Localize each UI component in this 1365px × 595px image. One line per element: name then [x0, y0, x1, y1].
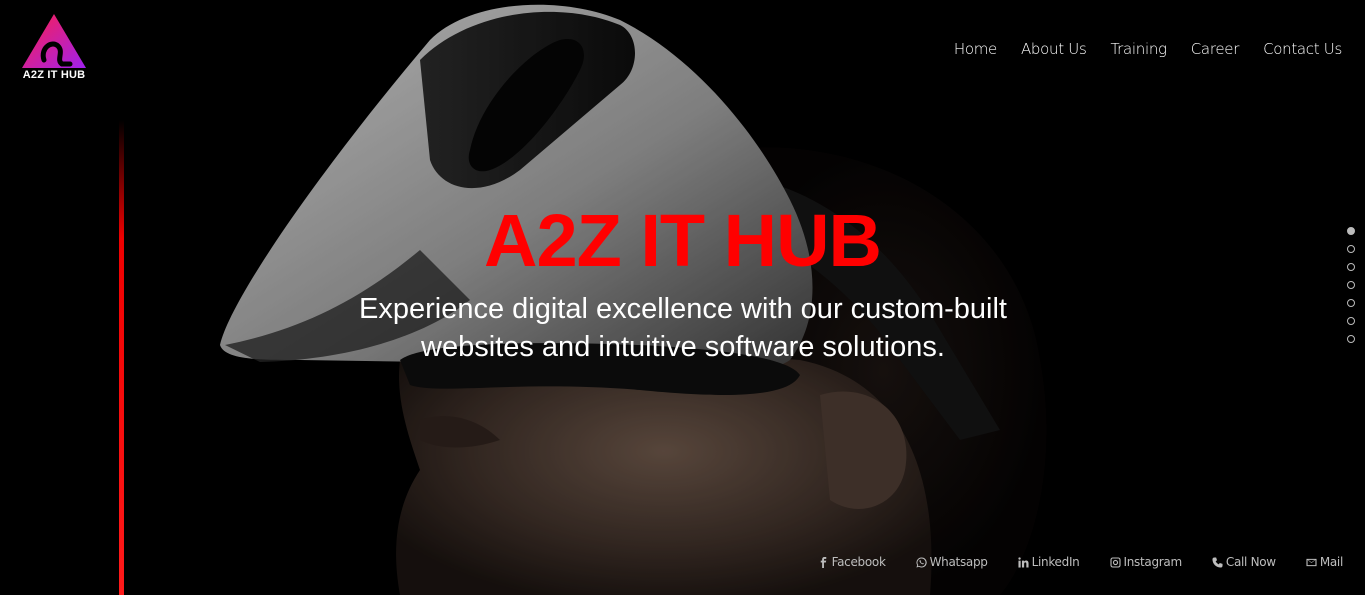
social-instagram-link[interactable]: Instagram [1109, 555, 1183, 569]
nav-training[interactable]: Training [1110, 40, 1167, 58]
mail-icon [1306, 558, 1317, 566]
hero-title: A2Z IT HUB [484, 199, 882, 282]
slider-dot-4[interactable] [1347, 281, 1355, 289]
linkedin-icon [1017, 556, 1029, 568]
instagram-icon [1109, 556, 1121, 568]
social-linkedin-link[interactable]: LinkedIn [1017, 555, 1080, 569]
social-call-now-label: Call Now [1225, 555, 1276, 569]
social-mail-link[interactable]: Mail [1306, 555, 1343, 569]
nav-home[interactable]: Home [954, 40, 997, 58]
social-facebook-label: Facebook [831, 555, 886, 569]
nav-career[interactable]: Career [1191, 40, 1240, 58]
slider-dot-5[interactable] [1347, 299, 1355, 307]
social-linkedin-label: LinkedIn [1031, 555, 1080, 569]
social-instagram-label: Instagram [1123, 555, 1183, 569]
brand-name: A2Z IT HUB [22, 69, 86, 81]
social-mail-label: Mail [1319, 555, 1343, 569]
hero-tagline: Experience digital excellence with our c… [359, 293, 1007, 363]
brand-logo[interactable]: A2Z IT HUB [18, 12, 90, 84]
social-facebook-link[interactable]: Facebook [818, 555, 886, 569]
red-accent-line [119, 120, 124, 595]
social-call-now-link[interactable]: Call Now [1212, 555, 1276, 569]
social-whatsapp-label: Whatsapp [929, 555, 988, 569]
main-nav: Home About Us Training Career Contact Us [954, 40, 1342, 58]
nav-contact-us[interactable]: Contact Us [1263, 40, 1342, 58]
slider-dot-2[interactable] [1347, 245, 1355, 253]
slider-pagination [1347, 227, 1355, 343]
whatsapp-icon [916, 556, 927, 568]
facebook-icon [820, 556, 826, 568]
phone-icon [1212, 556, 1223, 568]
slider-dot-6[interactable] [1347, 317, 1355, 325]
hero-page: A2Z IT HUB Home About Us Training Career… [0, 0, 1365, 595]
slider-dot-1[interactable] [1347, 227, 1355, 235]
slider-dot-3[interactable] [1347, 263, 1355, 271]
social-whatsapp-link[interactable]: Whatsapp [916, 555, 988, 569]
slider-dot-7[interactable] [1347, 335, 1355, 343]
nav-about-us[interactable]: About Us [1021, 40, 1087, 58]
logo-triangle-icon [22, 14, 86, 68]
social-links: Facebook Whatsapp LinkedIn Instagram Cal… [818, 555, 1343, 569]
